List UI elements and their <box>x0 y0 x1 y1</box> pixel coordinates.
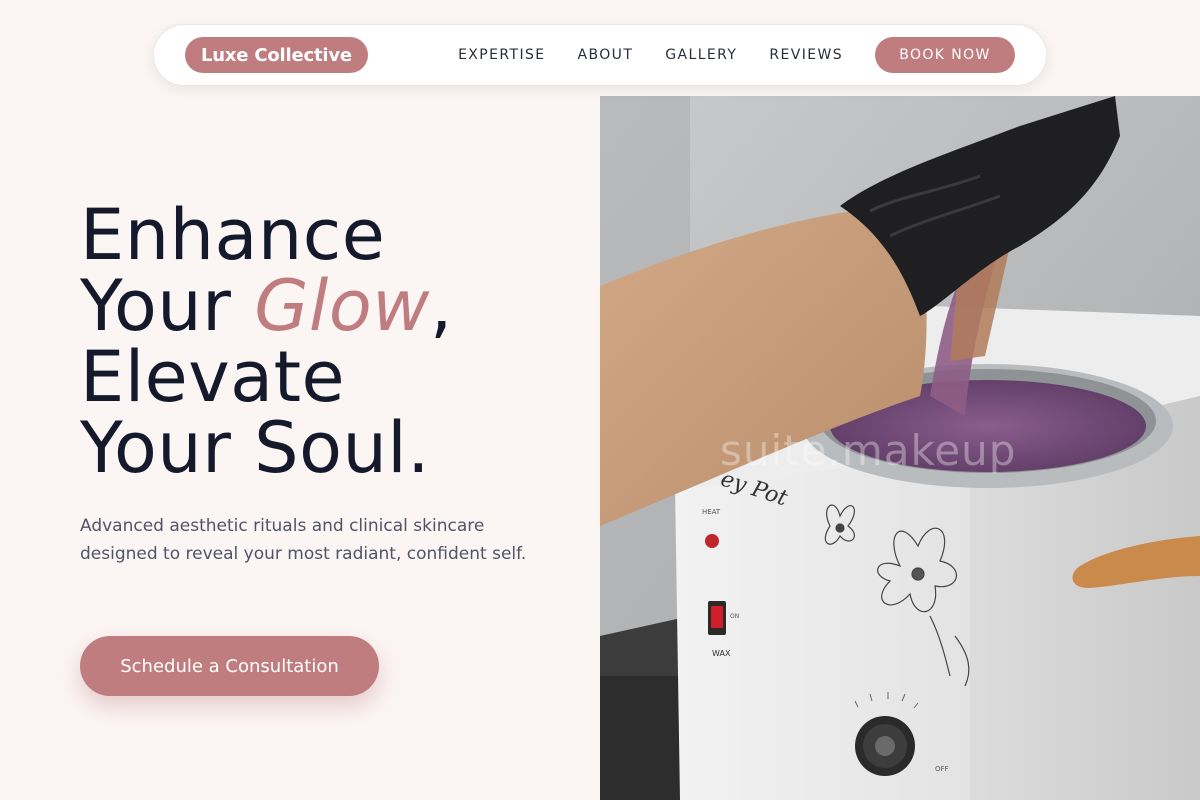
schedule-consultation-button[interactable]: Schedule a Consultation <box>80 636 379 696</box>
hero-title-line1: Enhance <box>80 194 386 276</box>
hero-title-line2: Your Glow, <box>80 265 453 347</box>
hero-title-accent: Glow <box>254 265 430 347</box>
nav-link-expertise[interactable]: EXPERTISE <box>458 47 545 63</box>
heat-indicator-light <box>705 534 719 548</box>
hero-image: HEAT ON WAX ey Pot OFF suite.makeup <box>600 96 1200 800</box>
off-label: OFF <box>935 765 949 773</box>
brand-logo[interactable]: Luxe Collective <box>185 37 368 73</box>
wax-label: WAX <box>712 649 731 658</box>
hero-title: Enhance Your Glow, Elevate Your Soul. <box>80 200 580 484</box>
nav-link-reviews[interactable]: REVIEWS <box>769 47 843 63</box>
nav-link-about[interactable]: ABOUT <box>578 47 634 63</box>
nav-links: EXPERTISE ABOUT GALLERY REVIEWS BOOK NOW <box>458 37 1015 73</box>
watermark-text: suite.makeup <box>720 426 1017 475</box>
hero-title-line3: Elevate <box>80 336 346 418</box>
book-now-button[interactable]: BOOK NOW <box>875 37 1015 73</box>
hero-title-line4: Your Soul. <box>80 407 431 489</box>
hero-subtitle: Advanced aesthetic rituals and clinical … <box>80 516 527 564</box>
nav-link-gallery[interactable]: GALLERY <box>665 47 737 63</box>
top-navbar: Luxe Collective EXPERTISE ABOUT GALLERY … <box>153 24 1047 86</box>
heat-label: HEAT <box>702 508 721 516</box>
on-label: ON <box>730 613 739 620</box>
